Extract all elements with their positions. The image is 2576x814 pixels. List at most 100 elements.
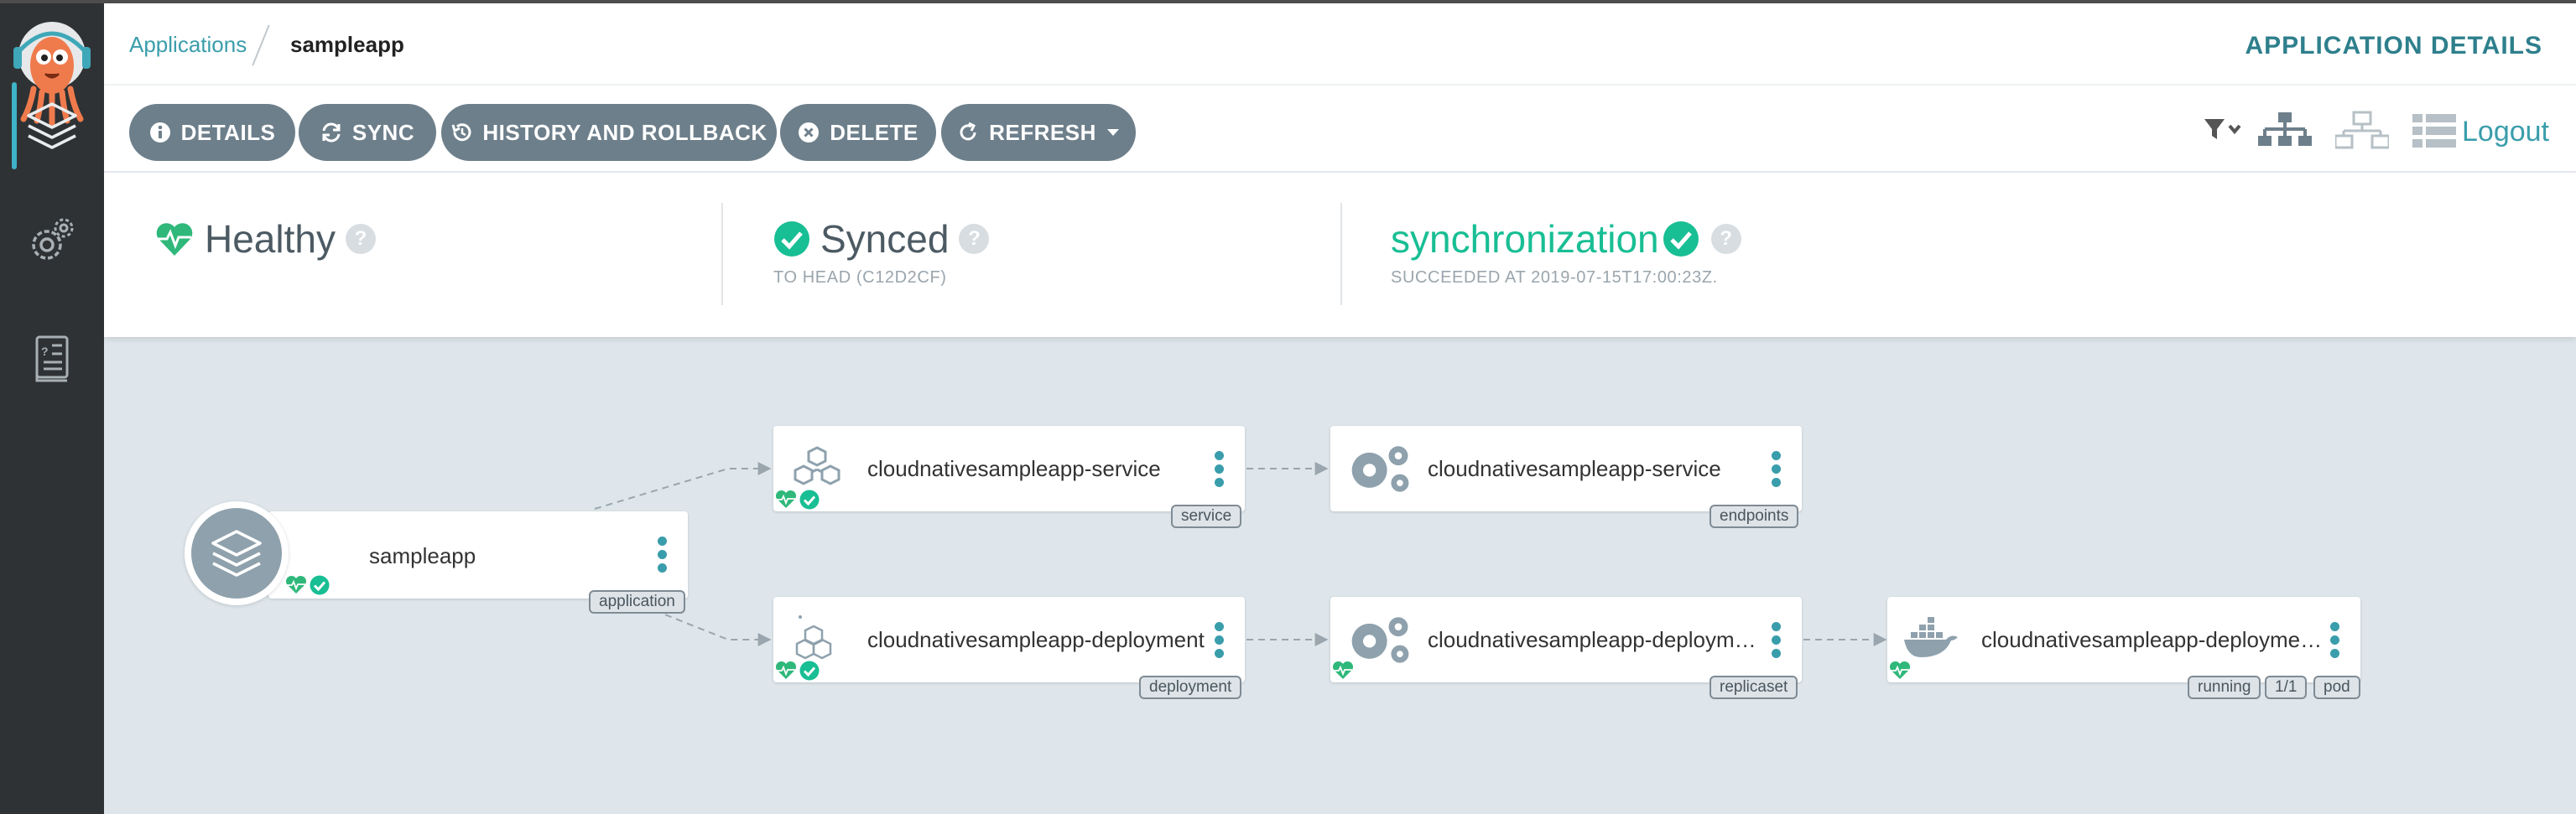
node-name: sampleapp — [369, 543, 476, 568]
pod-ready-badge: 1/1 — [2265, 676, 2308, 699]
deployment-cubes-icon — [795, 615, 832, 660]
gears-icon — [1351, 446, 1409, 492]
synced-check-icon — [310, 575, 330, 595]
node-application[interactable]: sampleapp — [268, 511, 688, 599]
gears-icon — [1351, 617, 1409, 663]
breadcrumb-current: sampleapp — [290, 32, 404, 57]
delete-button-label: DELETE — [830, 119, 919, 145]
action-toolbar: DETAILS SYNC HISTORY AND ROLLBACK DELETE… — [104, 86, 2576, 173]
nav-user-info[interactable]: ? — [0, 315, 104, 402]
gears-icon — [32, 218, 74, 260]
help-icon[interactable]: ? — [345, 224, 376, 254]
healthy-heart-icon — [1889, 661, 1911, 679]
node-status-icons — [1332, 661, 1354, 681]
health-status: Healthy ? — [154, 216, 376, 262]
node-service[interactable]: cloudnativesampleapp-service — [773, 426, 1245, 511]
nav-settings[interactable] — [0, 198, 104, 285]
caret-down-icon — [1106, 129, 1119, 136]
kind-badge: pod — [2313, 676, 2360, 699]
node-name: cloudnativesampleapp-service — [1428, 456, 1721, 481]
list-icon — [2412, 114, 2456, 148]
sync-button[interactable]: SYNC — [299, 104, 436, 161]
svg-text:?: ? — [41, 345, 49, 358]
refresh-button[interactable]: REFRESH — [941, 104, 1136, 161]
node-menu-button[interactable] — [1213, 622, 1225, 661]
logout-link[interactable]: Logout — [2462, 116, 2549, 148]
service-cubes-icon — [794, 446, 840, 485]
node-status-icons — [285, 575, 330, 595]
node-pod[interactable]: cloudnativesampleapp-deploymen... — [1887, 597, 2360, 682]
check-circle-icon — [774, 221, 809, 257]
layers-icon — [211, 530, 262, 577]
filter-icon — [2204, 119, 2241, 139]
history-button-label: HISTORY AND ROLLBACK — [482, 119, 768, 145]
node-status-icons — [775, 490, 820, 510]
details-button[interactable]: DETAILS — [129, 104, 295, 161]
operation-timestamp: SUCCEEDED AT 2019-07-15T17:00:23Z. — [1391, 268, 1718, 287]
sitemap-icon — [2258, 112, 2312, 146]
delete-icon — [799, 122, 820, 143]
breadcrumb-applications-link[interactable]: Applications — [129, 32, 247, 58]
node-menu-button[interactable] — [656, 537, 668, 575]
app-status-panel: Healthy ? Synced ? TO HEAD (C12D2CF) syn… — [104, 173, 2576, 337]
refresh-button-label: REFRESH — [989, 119, 1096, 145]
operation-status: synchronization ? — [1391, 216, 1741, 262]
history-icon — [451, 123, 471, 142]
node-menu-button[interactable] — [1770, 622, 1782, 661]
operation-status-label: synchronization — [1391, 217, 1659, 261]
nav-applications[interactable] — [0, 82, 104, 169]
pod-status-badge: running — [2188, 676, 2261, 699]
node-name: cloudnativesampleapp-service — [867, 456, 1161, 481]
node-menu-button[interactable] — [2329, 622, 2340, 661]
sync-revision: TO HEAD (C12D2CF) — [773, 268, 947, 287]
kind-badge: replicaset — [1710, 676, 1798, 699]
heartbeat-icon — [156, 223, 193, 256]
tree-view-toggle[interactable] — [2258, 107, 2312, 154]
edge-app-deployment — [653, 609, 772, 646]
edge-app-service — [594, 462, 772, 510]
node-status-icons — [775, 661, 820, 681]
manual-icon: ? — [35, 335, 69, 382]
info-icon — [149, 122, 170, 143]
resource-graph: sampleapp application cloudnativesamplea… — [104, 337, 2576, 814]
node-replicaset[interactable]: cloudnativesampleapp-deploymen... — [1330, 597, 1802, 682]
kind-badge: endpoints — [1710, 505, 1799, 528]
history-rollback-button[interactable]: HISTORY AND ROLLBACK — [441, 104, 777, 161]
status-divider — [721, 203, 723, 305]
node-name: cloudnativesampleapp-deploymen... — [1428, 627, 1763, 652]
sidebar: ? — [0, 3, 104, 814]
sync-status: Synced ? — [773, 216, 990, 262]
node-name: cloudnativesampleapp-deploymen... — [1981, 627, 2325, 652]
sync-status-label: Synced — [820, 217, 950, 261]
status-divider — [1340, 203, 1342, 305]
check-circle-icon — [1663, 221, 1699, 257]
breadcrumb-separator — [252, 24, 270, 66]
list-view-toggle[interactable] — [2412, 107, 2456, 154]
help-icon[interactable]: ? — [1710, 224, 1741, 254]
top-bar: Applications sampleapp APPLICATION DETAI… — [104, 3, 2576, 86]
network-icon — [2335, 111, 2389, 149]
node-menu-button[interactable] — [1213, 451, 1225, 490]
delete-button[interactable]: DELETE — [780, 104, 936, 161]
node-deployment[interactable]: cloudnativesampleapp-deployment — [773, 597, 1245, 682]
help-icon[interactable]: ? — [959, 224, 990, 254]
healthy-heart-icon — [285, 575, 307, 594]
kind-badge: service — [1171, 505, 1242, 528]
node-endpoints[interactable]: cloudnativesampleapp-service — [1330, 426, 1802, 511]
filter-dropdown[interactable] — [2203, 107, 2245, 154]
healthy-heart-icon — [775, 661, 797, 679]
layers-icon — [27, 102, 77, 149]
health-status-label: Healthy — [205, 217, 336, 261]
refresh-icon — [960, 122, 976, 141]
healthy-heart-icon — [1332, 661, 1354, 679]
node-menu-button[interactable] — [1770, 451, 1782, 490]
node-status-icons — [1889, 661, 1911, 681]
sync-icon — [322, 122, 341, 143]
sync-button-label: SYNC — [351, 119, 415, 145]
node-name: cloudnativesampleapp-deployment — [867, 627, 1205, 652]
docker-icon — [1904, 617, 1958, 657]
kind-badge: application — [589, 590, 685, 614]
network-view-toggle[interactable] — [2335, 107, 2389, 154]
page-title: APPLICATION DETAILS — [2245, 32, 2542, 60]
application-icon-circle — [185, 501, 289, 605]
